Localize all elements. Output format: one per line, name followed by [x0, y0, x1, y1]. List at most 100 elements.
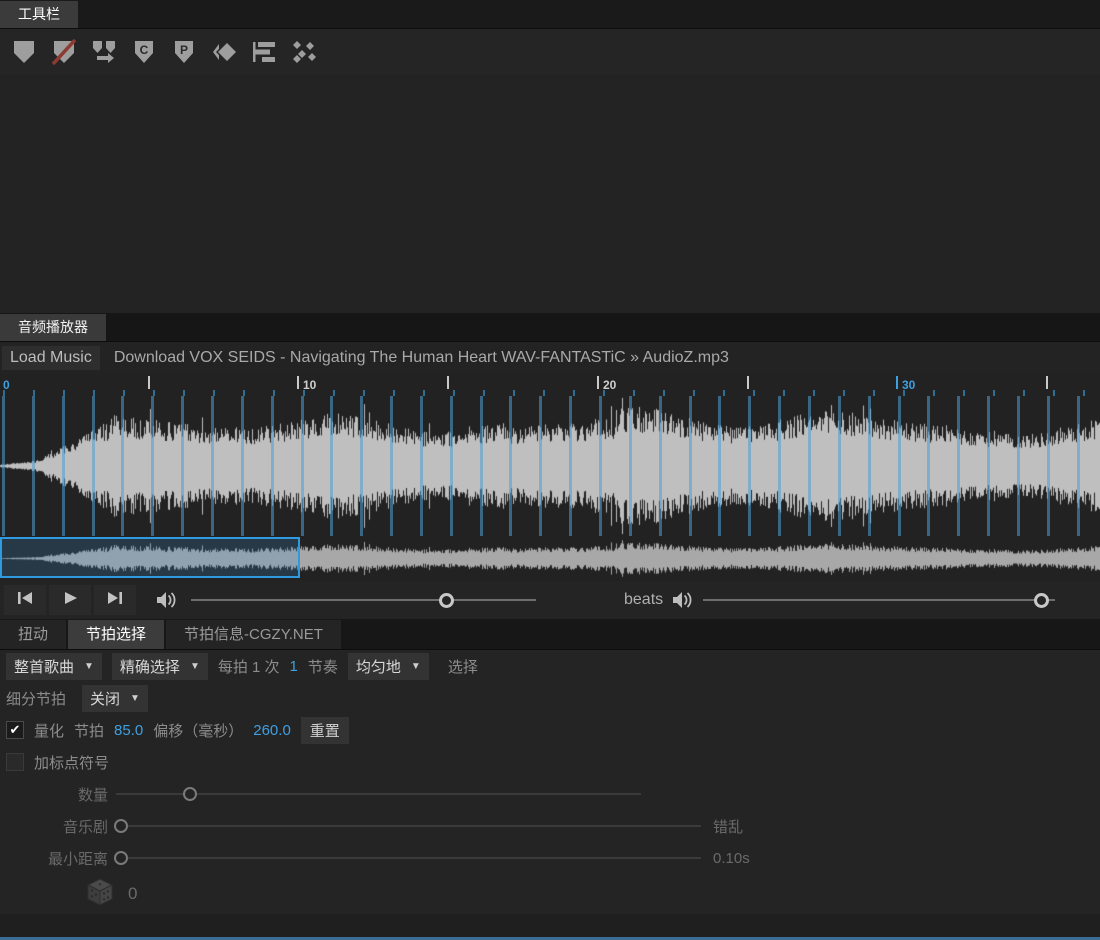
beat-marker[interactable]: [837, 396, 841, 536]
shield-transfer-icon-button[interactable]: [88, 35, 120, 69]
beat-marker[interactable]: [1046, 396, 1050, 536]
beat-marker[interactable]: [897, 396, 901, 536]
subdivision-select-value: 关闭: [90, 690, 121, 708]
shield-icon-button[interactable]: [8, 35, 40, 69]
volume-slider-knob[interactable]: [439, 592, 455, 608]
beat-marker[interactable]: [181, 396, 185, 536]
beat-controls-row-2: 细分节拍 关闭 ▼: [0, 682, 1100, 714]
scatter-diamonds-icon-button[interactable]: [288, 35, 320, 69]
beat-marker[interactable]: [360, 396, 364, 536]
musical-slider[interactable]: [114, 811, 701, 841]
beat-marker[interactable]: [300, 396, 304, 536]
slider-row-musical: 音乐剧 错乱: [0, 810, 1100, 842]
mode-select[interactable]: 精确选择 ▼: [111, 652, 208, 680]
volume-icon[interactable]: [155, 590, 181, 610]
beat-marker[interactable]: [539, 396, 543, 536]
beat-marker[interactable]: [330, 396, 334, 536]
beat-marker[interactable]: [479, 396, 483, 536]
beat-marker[interactable]: [688, 396, 692, 536]
selection-box[interactable]: [0, 537, 300, 578]
mindist-right-label: 0.10s: [713, 849, 750, 867]
beat-marker[interactable]: [449, 396, 453, 536]
subdivision-select[interactable]: 关闭 ▼: [82, 684, 148, 712]
beat-marker[interactable]: [1016, 396, 1020, 536]
dice-icon[interactable]: [86, 877, 114, 912]
beat-marker[interactable]: [270, 396, 274, 536]
quantize-checkbox[interactable]: ✔: [6, 721, 24, 739]
tab-beat-selection[interactable]: 节拍选择: [68, 620, 165, 649]
shield-disabled-icon-button[interactable]: [48, 35, 80, 69]
tab-toolbar[interactable]: 工具栏: [0, 1, 78, 28]
audio-player-panel: 音频播放器 Load Music Download VOX SEIDS - Na…: [0, 313, 1100, 619]
beat-marker[interactable]: [748, 396, 752, 536]
beat-marker[interactable]: [151, 396, 155, 536]
beat-marker[interactable]: [31, 396, 35, 536]
beat-marker[interactable]: [927, 396, 931, 536]
beat-marker[interactable]: [509, 396, 513, 536]
beat-marker[interactable]: [807, 396, 811, 536]
musical-slider-knob[interactable]: [114, 819, 128, 833]
reset-button[interactable]: 重置: [300, 716, 349, 744]
beats-volume-slider[interactable]: [703, 585, 1056, 615]
tab-twist[interactable]: 扭动: [0, 620, 67, 649]
beat-marker[interactable]: [91, 396, 95, 536]
offset-value[interactable]: 260.0: [253, 722, 291, 739]
beat-marker[interactable]: [210, 396, 214, 536]
amount-slider-knob[interactable]: [182, 787, 197, 801]
shield-p-icon: P: [172, 39, 196, 65]
select-button[interactable]: 选择: [439, 653, 487, 680]
shield-c-icon-button[interactable]: C: [128, 35, 160, 69]
beat-marker[interactable]: [390, 396, 394, 536]
volume-slider[interactable]: [191, 585, 536, 615]
beat-marker[interactable]: [628, 396, 632, 536]
beat-marker[interactable]: [419, 396, 423, 536]
tab-audio-player[interactable]: 音频播放器: [0, 314, 106, 341]
beat-marker[interactable]: [658, 396, 662, 536]
scatter-diamonds-icon: [291, 40, 317, 64]
beat-marker[interactable]: [599, 396, 602, 536]
beat-marker[interactable]: [987, 396, 991, 536]
bpm-label: 节拍: [74, 722, 105, 740]
mindist-slider-knob[interactable]: [114, 851, 128, 865]
ruler-label: 20: [603, 378, 617, 392]
beat-marker[interactable]: [957, 396, 961, 536]
scope-select[interactable]: 整首歌曲 ▼: [6, 652, 102, 680]
slider-row-mindist: 最小距离 0.10s: [0, 842, 1100, 874]
waveform-overview[interactable]: [0, 536, 1100, 581]
track-line: Load Music Download VOX SEIDS - Navigati…: [0, 342, 1100, 374]
beat-marker[interactable]: [2, 396, 5, 536]
bpm-value[interactable]: 85.0: [114, 722, 143, 739]
diamond-arrow-icon-button[interactable]: [208, 35, 240, 69]
beat-marker[interactable]: [121, 396, 125, 536]
beat-marker[interactable]: [569, 396, 573, 536]
waveform-main[interactable]: [0, 396, 1100, 536]
beats-volume-icon[interactable]: [671, 590, 697, 610]
beat-marker[interactable]: [240, 396, 244, 536]
markers-checkbox[interactable]: [6, 753, 24, 771]
beat-marker[interactable]: [867, 396, 871, 536]
amount-slider[interactable]: [116, 779, 641, 809]
shield-p-icon-button[interactable]: P: [168, 35, 200, 69]
timeline-ruler[interactable]: 0 10 20 30: [0, 374, 1100, 396]
load-music-button[interactable]: Load Music: [2, 346, 100, 370]
beats-slider-knob[interactable]: [1034, 592, 1050, 608]
distribution-select[interactable]: 均匀地 ▼: [347, 652, 429, 680]
per-beat-label: 每拍 1 次: [217, 658, 280, 676]
ruler-label: 0: [3, 378, 10, 392]
beat-marker[interactable]: [61, 396, 65, 536]
skip-start-button[interactable]: [4, 585, 46, 615]
align-bars-icon-button[interactable]: [248, 35, 280, 69]
beat-marker[interactable]: [718, 396, 722, 536]
beat-controls-row-1: 整首歌曲 ▼ 精确选择 ▼ 每拍 1 次 1 节奏 均匀地 ▼ 选择: [0, 650, 1100, 682]
beat-marker[interactable]: [1076, 396, 1080, 536]
distribution-select-value: 均匀地: [355, 658, 401, 676]
tab-beat-info[interactable]: 节拍信息-CGZY.NET: [166, 620, 341, 649]
markers-label: 加标点符号: [34, 754, 110, 772]
beat-tabstrip: 扭动 节拍选择 节拍信息-CGZY.NET: [0, 619, 1100, 650]
per-beat-value[interactable]: 1: [290, 658, 298, 675]
mindist-slider[interactable]: [114, 843, 701, 873]
skip-end-button[interactable]: [94, 585, 136, 615]
amount-label: 数量: [77, 786, 108, 804]
play-button[interactable]: [49, 585, 91, 615]
beat-marker[interactable]: [778, 396, 782, 536]
